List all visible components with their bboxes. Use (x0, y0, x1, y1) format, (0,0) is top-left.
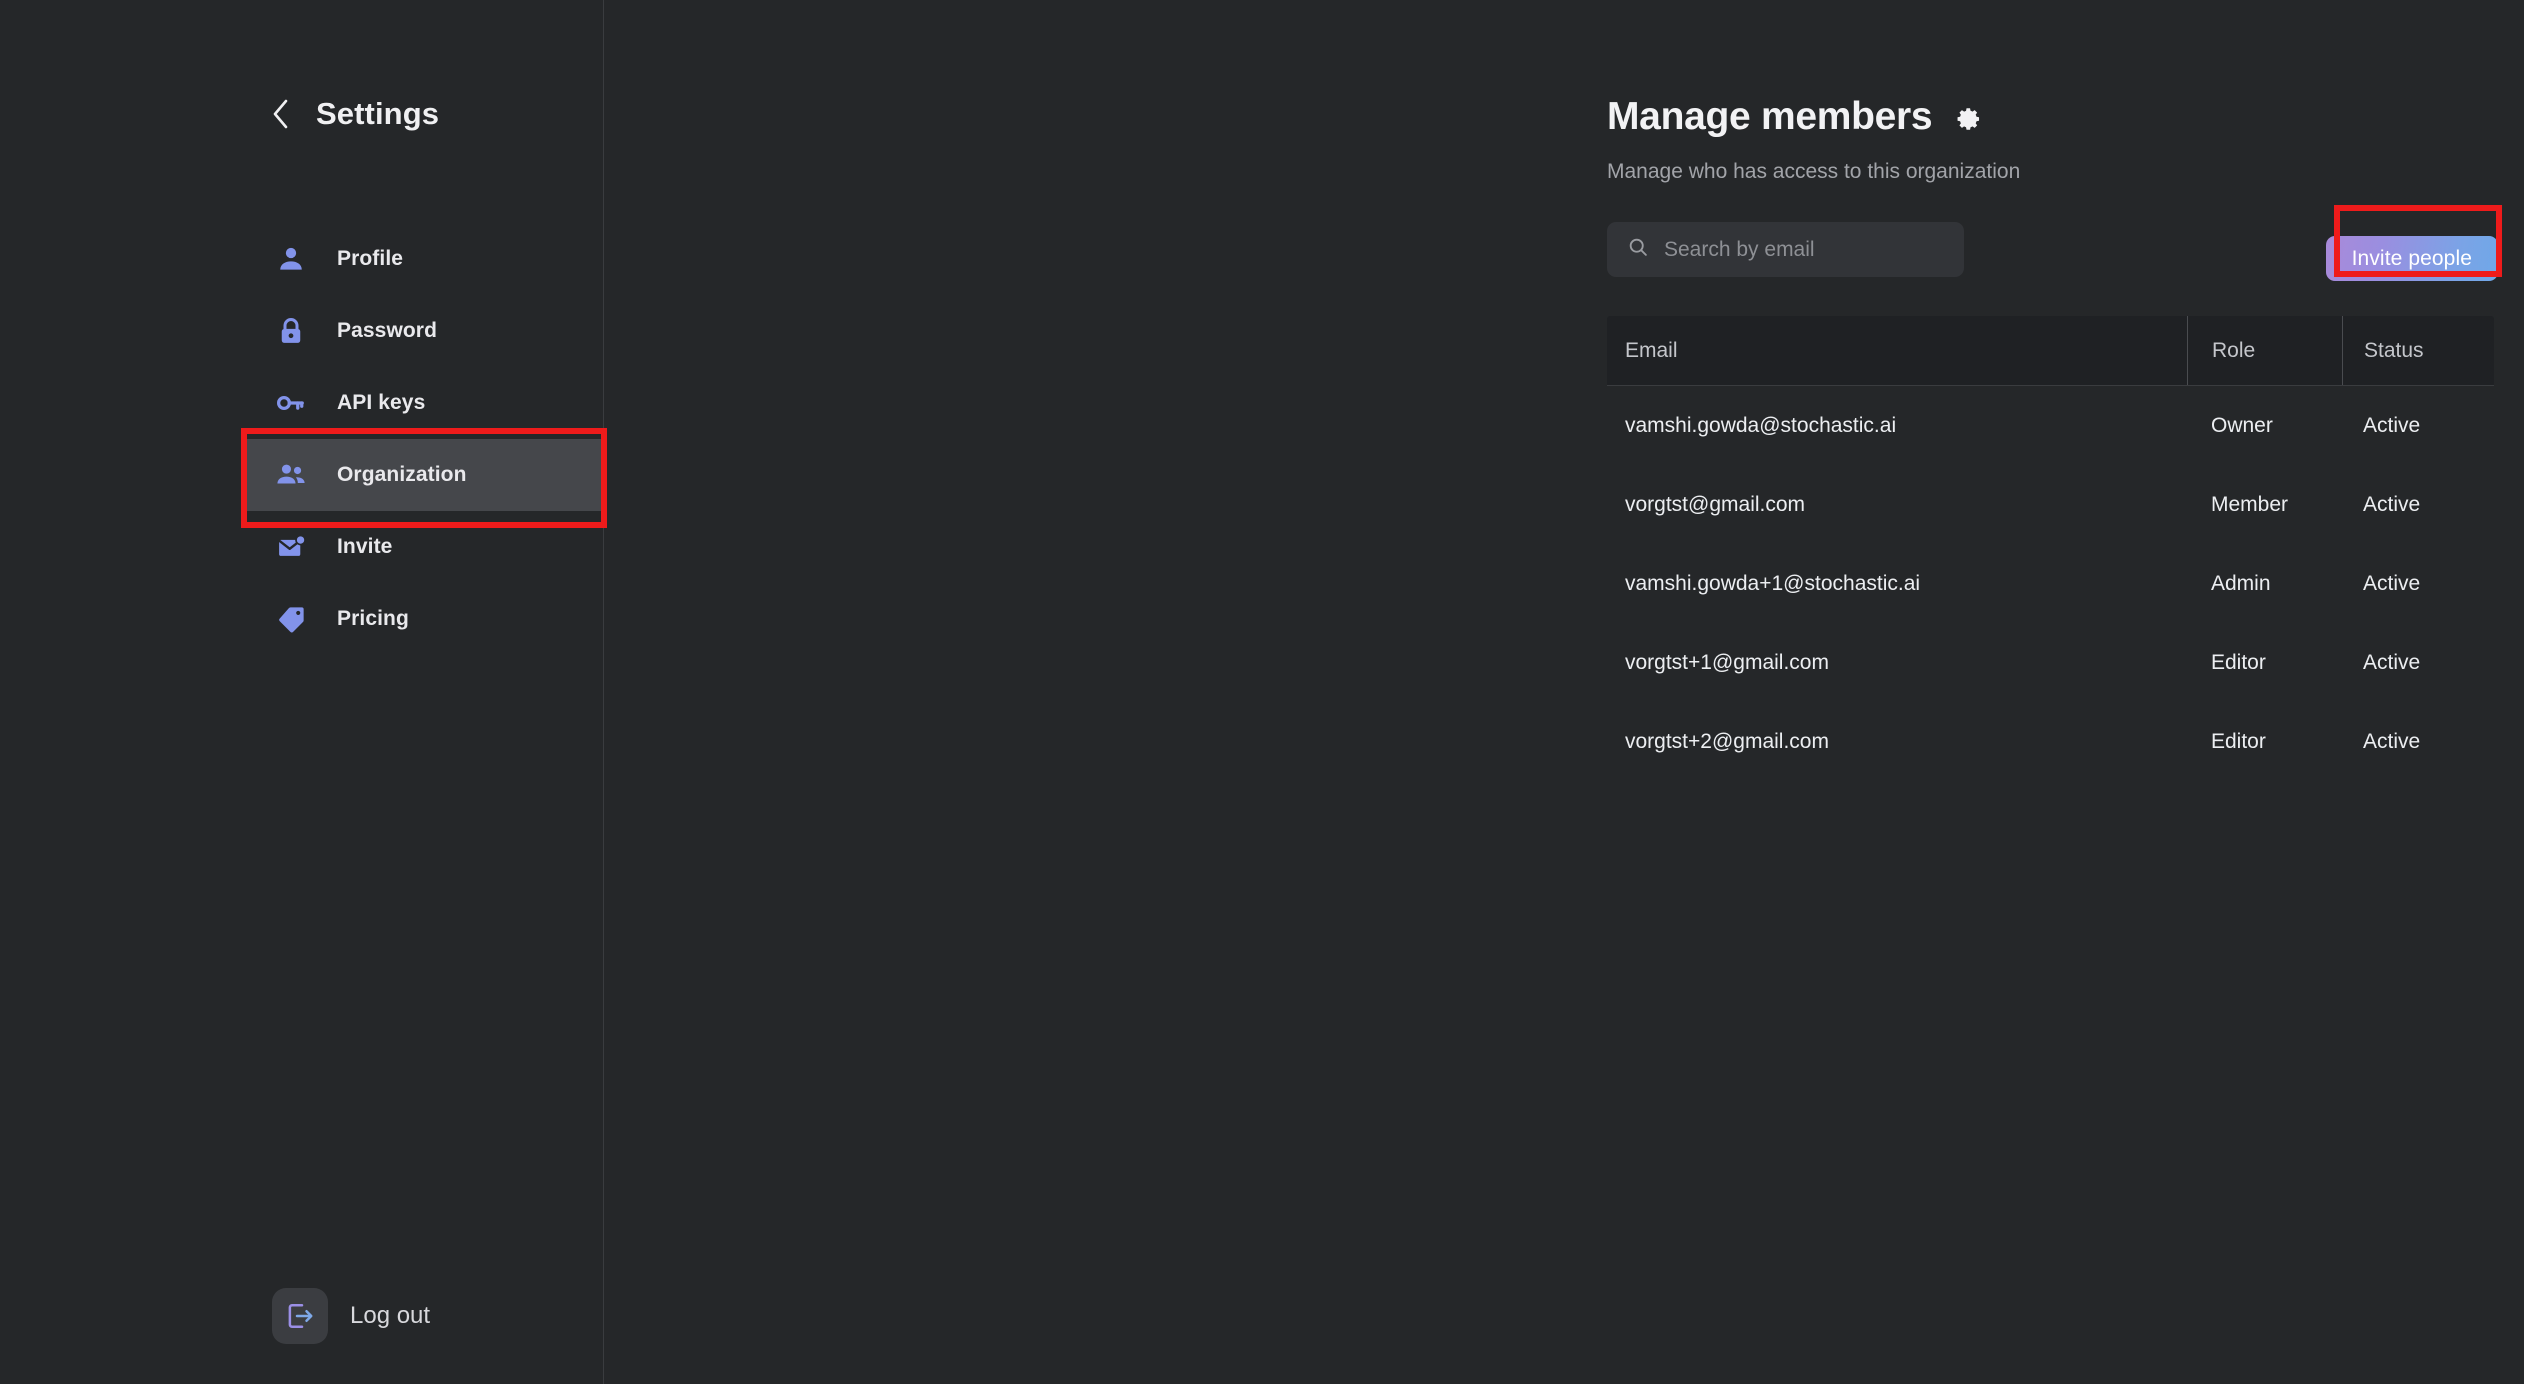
sidebar-item-label: Pricing (337, 607, 409, 630)
cell-role: Editor (2211, 729, 2266, 753)
column-header-role: Role (2187, 316, 2342, 385)
cell-status: Active (2363, 571, 2421, 595)
people-icon (274, 458, 308, 492)
sidebar-item-profile[interactable]: Profile (241, 223, 604, 295)
invite-people-button[interactable]: Invite people (2325, 236, 2498, 281)
members-toolbar: Invite people (1607, 222, 2498, 281)
sidebar-nav: Profile Password API keys Organization I… (241, 223, 604, 655)
sidebar-item-label: Invite (337, 535, 393, 558)
sidebar-item-api-keys[interactable]: API keys (241, 367, 604, 439)
sidebar-item-password[interactable]: Password (241, 295, 604, 367)
cell-status: Active (2363, 729, 2421, 753)
sidebar-item-label: Organization (337, 463, 467, 486)
chevron-left-icon[interactable] (268, 97, 294, 131)
gear-icon[interactable] (1954, 104, 1984, 134)
column-header-status: Status (2342, 316, 2494, 385)
table-row[interactable]: vorgtst+2@gmail.com Editor Active (1607, 702, 2494, 781)
sidebar-item-label: Profile (337, 247, 404, 270)
cell-email: vorgtst@gmail.com (1625, 492, 1806, 516)
logout-label: Log out (350, 1302, 431, 1329)
settings-page: Settings Profile Password API keys Organ… (0, 0, 2524, 1384)
sidebar-item-label: API keys (337, 391, 426, 414)
cell-role: Admin (2211, 571, 2271, 595)
page-subtitle: Manage who has access to this organizati… (1607, 160, 2021, 183)
members-table: Email Role Status vamshi.gowda@stochasti… (1607, 316, 2494, 781)
cell-status: Active (2363, 492, 2421, 516)
manage-members-title: Manage members (1607, 95, 1933, 138)
cell-role: Member (2211, 492, 2289, 516)
key-icon (274, 386, 308, 420)
logout-icon (272, 1288, 328, 1344)
sidebar: Settings Profile Password API keys Organ… (0, 0, 607, 1384)
table-body: vamshi.gowda@stochastic.ai Owner Active vor… (1607, 386, 2494, 781)
search-icon (1627, 236, 1649, 263)
logout-button[interactable]: Log out (272, 1288, 430, 1344)
column-header-email: Email (1625, 338, 1678, 362)
sidebar-item-invite[interactable]: Invite (241, 511, 604, 583)
cell-role: Editor (2211, 650, 2266, 674)
cell-email: vorgtst+1@gmail.com (1625, 650, 1829, 674)
main-content: Manage members Manage who has access to … (604, 0, 2524, 1384)
settings-header: Settings (268, 96, 439, 132)
table-row[interactable]: vamshi.gowda@stochastic.ai Owner Active (1607, 386, 2494, 465)
table-header-row: Email Role Status (1607, 316, 2494, 386)
table-row[interactable]: vamshi.gowda+1@stochastic.ai Admin Active (1607, 544, 2494, 623)
cell-email: vamshi.gowda@stochastic.ai (1625, 413, 1897, 437)
cell-email: vorgtst+2@gmail.com (1625, 729, 1829, 753)
page-title-row: Manage members (1607, 95, 1984, 139)
cell-status: Active (2363, 413, 2421, 437)
tag-icon (274, 602, 308, 636)
table-row[interactable]: vorgtst@gmail.com Member Active (1607, 465, 2494, 544)
envelope-icon (274, 530, 308, 564)
table-row[interactable]: vorgtst+1@gmail.com Editor Active (1607, 623, 2494, 702)
person-icon (274, 242, 308, 276)
cell-role: Owner (2211, 413, 2273, 437)
sidebar-item-label: Password (337, 319, 438, 342)
search-input[interactable] (1664, 237, 1964, 262)
search-box[interactable] (1607, 222, 1964, 277)
sidebar-item-organization[interactable]: Organization (241, 439, 604, 511)
cell-status: Active (2363, 650, 2421, 674)
cell-email: vamshi.gowda+1@stochastic.ai (1625, 571, 1921, 595)
lock-icon (274, 314, 308, 348)
page-title: Settings (316, 96, 440, 131)
sidebar-item-pricing[interactable]: Pricing (241, 583, 604, 655)
